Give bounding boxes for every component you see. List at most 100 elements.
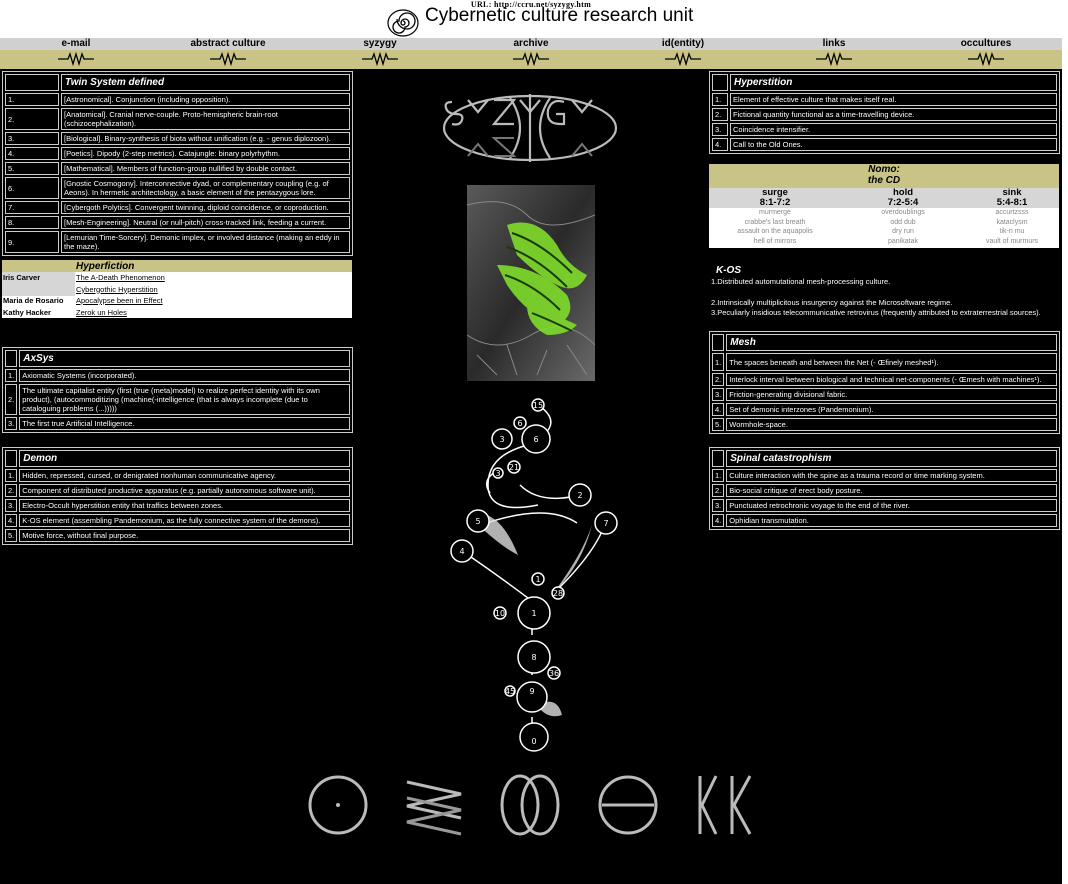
syzygy-wordmark-image — [442, 94, 618, 162]
diagram-node-9: 9 — [529, 687, 534, 696]
table-row: 4. Ophidian transmutation. — [712, 514, 1057, 527]
site-header: URL: http://ccru.net/syzygy.htm Cybernet… — [0, 0, 1062, 38]
track-title: assault on the aquapolis — [737, 228, 813, 235]
table-row: 4. K-OS element (assembling Pandemonium, … — [5, 514, 350, 527]
zigzag-resistor-icon[interactable] — [966, 52, 1006, 66]
table-row: 2. [Anatomical]. Cranial nerve-couple. Pr… — [5, 108, 350, 130]
diagram-node-1: 1 — [531, 609, 536, 618]
hyperstition-title: Hyperstition — [730, 74, 1057, 91]
diagram-node-15: 15 — [533, 401, 543, 410]
table-row: 2. Component of distributed productive ap… — [5, 484, 350, 497]
nomo-subtitle: the CD — [867, 175, 901, 186]
track-title: kataclysm — [996, 218, 1028, 226]
track-title: odd dub — [890, 218, 916, 226]
hyperfiction-link[interactable]: Cybergothic Hyperstition — [76, 285, 158, 294]
table-row: 2. Interlock interval between biological … — [712, 373, 1057, 386]
twin-system-title: Twin System defined — [61, 74, 350, 91]
table-row: 4. Set of demonic interzones (Pandemonium… — [712, 403, 1057, 416]
track-title: tik-n mu — [999, 228, 1025, 235]
table-row: 3. Coincidence intensifier. — [712, 123, 1057, 136]
table-row: 2. Fictional quantity functional as a tim… — [712, 108, 1057, 121]
theta-glyph-icon — [598, 775, 658, 835]
double-ring-glyph-icon — [500, 774, 560, 836]
nomo-column-sink: sink 5:4-8:1 accurtzsss kataclysm tik-n … — [952, 188, 1068, 246]
track-title: overdoublings — [881, 209, 925, 216]
diagram-node-36: 36 — [549, 669, 559, 678]
list-item: Kathy Hacker Zerok un Holes — [3, 307, 127, 317]
track-title: murmerge — [759, 209, 791, 216]
list-item: Iris Carver The A-Death Phenomenon — [3, 273, 165, 282]
kos-item: 2.Intrinsically multiplicitous insurgenc… — [711, 298, 953, 307]
circle-dot-glyph-icon — [308, 775, 368, 835]
table-row: 1. The spaces beneath and between the Net… — [712, 353, 1057, 371]
hyperfiction-panel: Hyperfiction Iris Carver The A-Death Phen… — [2, 260, 352, 318]
hyperfiction-title: Hyperfiction — [76, 261, 135, 272]
kos-item: 3.Peculiarly insidious telecommunicative… — [711, 308, 1041, 317]
zigzag-resistor-icon[interactable] — [56, 52, 96, 66]
right-scroll-edge — [1062, 0, 1068, 884]
table-row: 6. [Gnostic Cosmogony]. Interconnective d… — [5, 177, 350, 199]
table-row: 5. Motive force, without final purpose. — [5, 529, 350, 542]
mesh-table: Mesh 1. The spaces beneath and between th… — [709, 331, 1060, 434]
axsys-table: AxSys 1. Axiomatic Systems (incorporated)… — [2, 347, 353, 433]
diagram-node-3: 3 — [499, 435, 504, 444]
diagram-node-1b: 1 — [535, 575, 540, 584]
abstract-green-collage-image — [467, 185, 595, 381]
nav-identity[interactable]: id(entity) — [623, 38, 743, 50]
table-row: 8. [Mesh-Engineering]. Neutral (or null-p… — [5, 216, 350, 229]
hyperfiction-link[interactable]: The A-Death Phenomenon — [76, 273, 165, 282]
table-row: 3. Electro-Occult hyperstition entity tha… — [5, 499, 350, 512]
zigzag-resistor-icon[interactable] — [360, 52, 400, 66]
nav-syzygy[interactable]: syzygy — [320, 38, 440, 50]
zigzag-resistor-icon[interactable] — [208, 52, 248, 66]
kos-title: K-OS — [716, 265, 741, 276]
spiral-logo-icon[interactable] — [386, 6, 420, 38]
table-row: 3. The first true Artificial Intelligence… — [5, 417, 350, 430]
hyperstition-table: Hyperstition 1. Element of effective cult… — [709, 71, 1060, 154]
twin-system-table: Twin System defined 1. [Astronomical]. Co… — [2, 71, 353, 256]
table-row: 2. The ultimate capitalist entity (first … — [5, 384, 350, 415]
site-title: Cybernetic culture research unit — [425, 5, 694, 26]
nav-abstract-culture[interactable]: abstract culture — [168, 38, 288, 50]
zigzag-resistor-icon[interactable] — [814, 52, 854, 66]
demon-table: Demon 1. Hidden, repressed, cursed, or de… — [2, 447, 353, 545]
diagram-node-45: 45 — [505, 687, 515, 696]
kos-item: 1.Distributed automutational mesh-proces… — [711, 277, 891, 286]
nav-links[interactable]: links — [774, 38, 894, 50]
diagram-node-28: 28 — [553, 589, 563, 598]
diagram-node-5: 5 — [475, 517, 480, 526]
nav-archive[interactable]: archive — [471, 38, 591, 50]
table-row: 1. Axiomatic Systems (incorporated). — [5, 369, 350, 382]
track-title: panikatak — [888, 237, 918, 245]
nav-bar: e-mail abstract culture syzygy archive i… — [0, 38, 1062, 50]
table-row: 2. Bio-social critique of erect body post… — [712, 484, 1057, 497]
spinal-catastrophism-table: Spinal catastrophism 1. Culture interacti… — [709, 447, 1060, 530]
diagram-node-21: 21 — [509, 463, 519, 472]
table-row: 9. [Lemurian Time-Sorcery]. Demonic imple… — [5, 231, 350, 253]
spinal-title: Spinal catastrophism — [726, 450, 1057, 467]
table-row: 1. Hidden, repressed, cursed, or denigrat… — [5, 469, 350, 482]
table-row: 7. [Cybergoth Polytics]. Convergent twinn… — [5, 201, 350, 214]
diagram-node-2: 2 — [577, 491, 582, 500]
demon-title: Demon — [19, 450, 350, 467]
zigzag-resistor-icon[interactable] — [663, 52, 703, 66]
table-row: 1. [Astronomical]. Conjunction (including… — [5, 93, 350, 106]
nomo-title: Nomo: — [868, 164, 900, 175]
hyperfiction-link[interactable]: Apocalypse been in Effect — [76, 296, 163, 305]
list-item: Maria de Rosario Apocalypse been in Effec… — [3, 296, 163, 305]
nav-occultures[interactable]: occultures — [926, 38, 1046, 50]
diagram-node-10: 10 — [495, 609, 505, 618]
diagram-node-3b: 3 — [495, 469, 500, 478]
hyperfiction-link[interactable]: Zerok un Holes — [76, 308, 127, 317]
zigzag-resistor-icon[interactable] — [511, 52, 551, 66]
diagram-node-6: 6 — [517, 419, 522, 428]
diagram-node-6b: 6 — [533, 435, 538, 444]
track-title: hell of mirrors — [753, 237, 797, 245]
nav-email[interactable]: e-mail — [16, 38, 136, 50]
list-item: Cybergothic Hyperstition — [2, 284, 352, 296]
diagram-node-8: 8 — [531, 653, 536, 662]
table-row: 1. Element of effective culture that make… — [712, 93, 1057, 106]
diagram-node-7: 7 — [603, 519, 608, 528]
track-title: accurtzsss — [995, 209, 1029, 216]
track-title: vault of murmurs — [985, 237, 1039, 245]
